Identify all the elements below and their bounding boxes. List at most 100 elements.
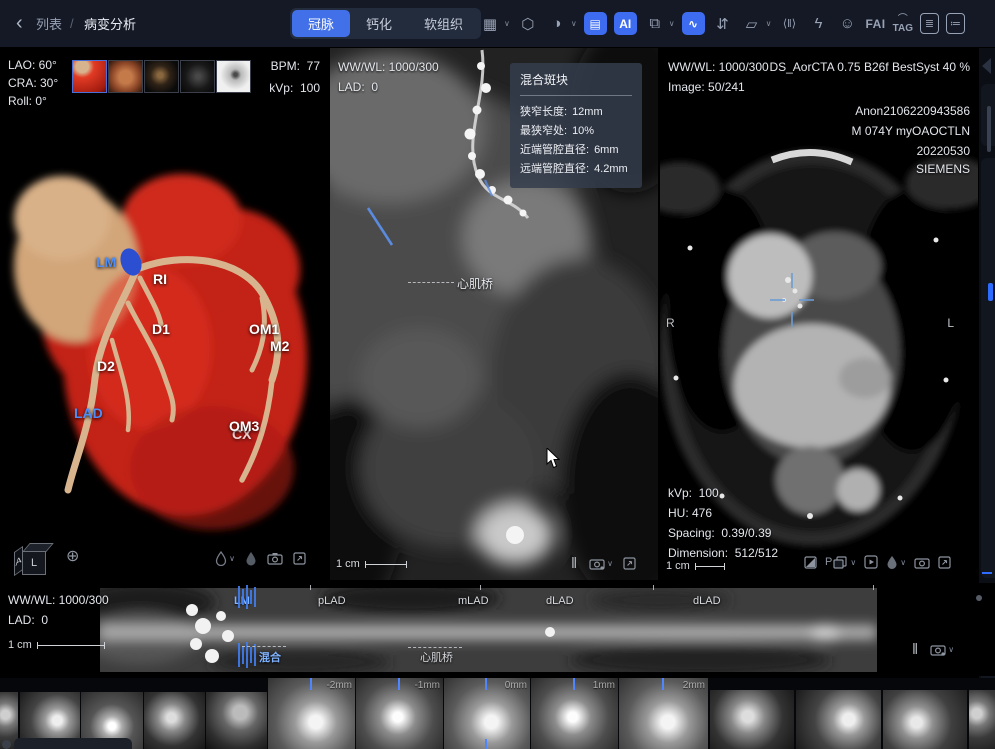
cross-section-thumb[interactable] [969,690,995,749]
layer-swap-icon[interactable]: ⇵ [712,13,734,35]
chevron-down-icon[interactable]: ∨ [669,19,675,28]
cross-section-thumb-selected[interactable]: 0mm [444,678,530,749]
chevron-down-icon[interactable]: ∨ [766,19,772,28]
notes-icon[interactable]: ≔ [946,13,965,34]
proximal-diameter-label: 近端管腔直径: [520,141,589,160]
chevron-down-icon[interactable]: ∨ [504,19,510,28]
mode-tab-group: 冠脉 钙化 软组织 [290,8,481,39]
vrt-preset-thumb-4[interactable] [180,60,215,93]
fullscreen-expand-icon[interactable] [623,557,636,570]
cross-section-thumb[interactable] [206,692,267,749]
series-description: DS_AorCTA 0.75 B26f BestSyst 40 % [769,60,970,74]
breadcrumb-list-link[interactable]: 列表 [36,0,62,47]
hover-toolbar-popup[interactable] [14,738,132,749]
roll-angle: Roll: 0° [8,94,47,108]
tag-button[interactable]: ⌒TAG [893,13,913,35]
axial-scale-bar [695,566,725,567]
multi-viewport-icon[interactable]: ⧉ [644,13,666,35]
cpr-vessel-name: LAD: 0 [338,80,378,94]
snapshot-camera-icon[interactable]: ∨ [930,643,954,656]
vrt-preset-thumb-3[interactable] [144,60,179,93]
crosshair-center-icon[interactable]: ⊕ [66,546,79,566]
scrollbar-thumb[interactable] [987,106,991,152]
sidebar-expand-arrow-icon[interactable] [982,58,991,74]
hover-toolbar-dot [2,740,11,749]
report-clipboard-icon[interactable]: ≣ [920,13,939,34]
strip-vessel-name: LAD: 0 [8,613,48,627]
layout-grid-icon[interactable]: ▦ [479,13,501,35]
vessel-label-lad: LAD [74,405,103,421]
chevron-down-icon[interactable]: ∨ [571,19,577,28]
tissue-droplet-icon[interactable] [245,551,257,566]
straightened-vessel-viewport[interactable]: WW/WL: 1000/300 LAD: 0 1 cm LM pLAD mLAD… [0,583,995,676]
kvp-value: kVp: 100 [269,81,320,95]
strip-window-level: WW/WL: 1000/300 [8,593,109,607]
mood-face-icon[interactable]: ☺ [836,13,858,35]
heart-mini-toolbar: ∨ [215,551,306,566]
cpr-viewport[interactable]: WW/WL: 1000/300 LAD: 0 混合斑块 狭窄长度:12mm 最狭… [330,48,658,580]
tab-soft-tissue[interactable]: 软组织 [408,10,479,37]
pause-icon[interactable]: ‖ [912,641,920,658]
fai-button[interactable]: FAI [865,13,885,35]
cross-section-thumb[interactable] [144,692,205,749]
snapshot-camera-icon[interactable] [267,552,283,565]
cross-section-thumb-selected[interactable]: 1mm [531,678,618,749]
offset-label: 2mm [683,680,705,691]
ruler-icon[interactable]: ▱ [741,13,763,35]
cross-section-thumb-selected[interactable]: -2mm [268,678,355,749]
snapshot-camera-icon[interactable] [914,556,930,569]
vessel-label-lm: LM [96,254,116,270]
segment-label-plad: pLAD [318,595,346,607]
max-stenosis-label: 最狭窄处: [520,122,567,141]
vrt-preset-thumb-1[interactable] [72,60,107,93]
plaque-label: 混合 [259,649,281,665]
cra-angle: CRA: 30° [8,76,58,90]
blood-pool-droplet-icon[interactable]: ∨ [886,555,906,569]
cross-section-thumb[interactable] [883,690,967,749]
stenosis-length-value: 12mm [572,103,603,122]
vessel-probe-icon[interactable]: ∿ [682,12,705,35]
orientation-cube[interactable]: A L [12,537,54,579]
lesion-analysis-app: ‹ 列表 / 病变分析 冠脉 钙化 软组织 ▦∨ ⬡ ◑∨ ▤ AI ⧉∨ ∿ … [0,0,995,749]
snapshot-camera-icon[interactable]: ∨ [589,557,613,570]
contrast-icon[interactable]: ◑ [546,13,568,35]
axial-scale-label: 1 cm [666,560,690,572]
fullscreen-expand-icon[interactable] [938,556,951,569]
cpr-scale-label: 1 cm [336,558,360,570]
cross-section-thumb-selected[interactable]: -1mm [356,678,443,749]
vrt-3d-viewport[interactable]: LAO: 60° CRA: 30° Roll: 0° BPM: 77 kVp: … [0,48,328,580]
vrt-preset-thumb-2[interactable] [108,60,143,93]
opacity-droplet-icon[interactable]: ∨ [215,551,235,566]
ai-annotation-icon[interactable]: AI [614,12,637,35]
cross-section-thumbnail-row: -2mm -1mm 0mm 1mm 2mm [0,678,995,749]
strip-mini-toolbar: ‖ ∨ [912,641,954,658]
segment-label-dlad: dLAD [693,595,721,607]
vessel-label-om3: OM3 [229,418,259,434]
axial-ct-viewport[interactable]: WW/WL: 1000/300 Image: 50/241 DS_AorCTA … [660,48,978,580]
window-level-icon[interactable]: ⟨‖⟩ [778,13,800,35]
cine-play-icon[interactable] [864,555,878,569]
fullscreen-expand-icon[interactable] [293,552,306,565]
cross-section-thumb[interactable] [796,690,881,749]
tab-calcification[interactable]: 钙化 [350,10,408,37]
accent-divider [982,572,992,574]
cube-3d-icon[interactable]: ⬡ [517,13,539,35]
structured-report-icon[interactable]: ▤ [584,12,607,35]
cross-section-thumb-selected[interactable]: 2mm [619,678,708,749]
axial-spacing: Spacing: 0.39/0.39 [668,526,771,540]
axial-kvp: kVp: 100 [668,486,719,500]
tab-coronary[interactable]: 冠脉 [292,10,350,37]
back-icon[interactable]: ‹ [16,0,23,47]
invert-contrast-icon[interactable] [804,556,817,569]
segment-label-mlad: mLAD [458,595,489,607]
active-marker[interactable] [988,283,993,301]
axial-dimension: Dimension: 512/512 [668,546,778,560]
breadcrumb-separator: / [70,0,74,47]
max-stenosis-value: 10% [572,122,594,141]
cpr-window-level: WW/WL: 1000/300 [338,60,439,74]
cross-section-thumb[interactable] [710,690,794,749]
page-stack-icon[interactable]: P∨ [825,556,856,569]
vrt-preset-thumb-5[interactable] [216,60,251,93]
ecg-sync-icon[interactable]: ϟ [807,13,829,35]
pause-icon[interactable]: ‖ [571,555,579,572]
